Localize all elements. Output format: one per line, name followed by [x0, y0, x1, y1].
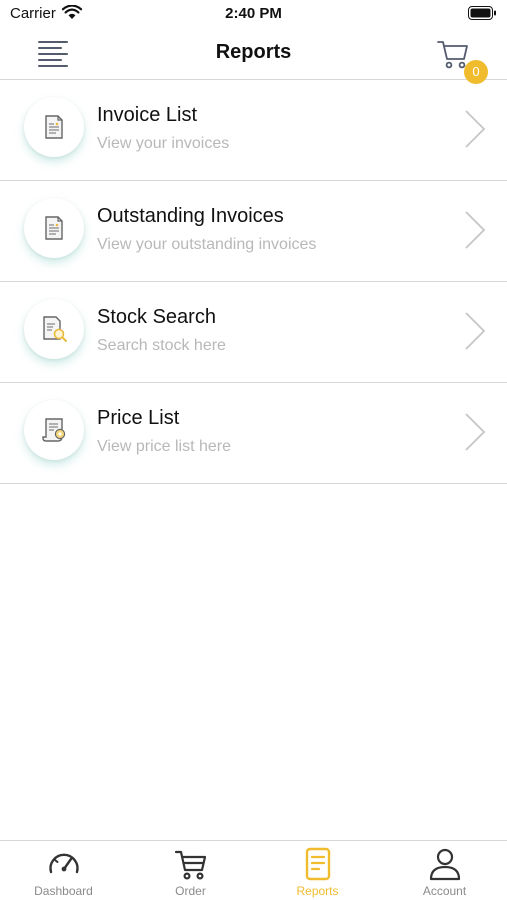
- report-icon-container: [24, 198, 84, 258]
- tab-label: Order: [175, 884, 206, 898]
- tab-order[interactable]: Order: [127, 841, 254, 900]
- report-item-invoice-list[interactable]: Invoice List View your invoices: [0, 80, 507, 181]
- tab-dashboard[interactable]: Dashboard: [0, 841, 127, 900]
- report-item-subtitle: View your outstanding invoices: [97, 236, 317, 253]
- report-item-title: Invoice List: [97, 104, 198, 126]
- user-icon: [429, 848, 461, 881]
- report-item-subtitle: View price list here: [97, 438, 231, 455]
- nav-bar: Reports 0: [0, 28, 507, 84]
- tab-label: Dashboard: [34, 884, 93, 898]
- report-item-subtitle: View your invoices: [97, 135, 230, 152]
- chevron-right-icon: [465, 211, 486, 249]
- page-title: Reports: [215, 41, 292, 63]
- tab-label: Account: [422, 884, 467, 898]
- report-item-subtitle: Search stock here: [97, 337, 226, 354]
- invoice-icon: [45, 216, 63, 240]
- chevron-right-icon: [465, 413, 486, 451]
- tab-bar: Dashboard Order Reports Account: [0, 840, 507, 900]
- tab-label: Reports: [296, 884, 339, 898]
- report-icon-container: [24, 299, 84, 359]
- tab-reports[interactable]: Reports: [254, 841, 381, 900]
- report-item-title: Outstanding Invoices: [97, 205, 284, 227]
- report-item-title: Stock Search: [97, 306, 216, 328]
- report-icon-container: [24, 400, 84, 460]
- tab-account[interactable]: Account: [381, 841, 507, 900]
- chevron-right-icon: [465, 312, 486, 350]
- report-item-title: Price List: [97, 407, 180, 429]
- report-icon-container: [24, 97, 84, 157]
- report-icon: [305, 847, 331, 881]
- report-item-stock-search[interactable]: Stock Search Search stock here: [0, 282, 507, 383]
- cart-icon: [174, 850, 207, 880]
- report-item-outstanding-invoices[interactable]: Outstanding Invoices View your outstandi…: [0, 181, 507, 282]
- report-item-price-list[interactable]: Price List View price list here: [0, 383, 507, 484]
- price-list-icon: [42, 418, 66, 442]
- stock-search-icon: [43, 316, 67, 342]
- status-bar: Carrier 2:40 PM: [0, 0, 507, 28]
- invoice-icon: [45, 115, 63, 139]
- clock: 2:40 PM: [225, 5, 282, 22]
- chevron-right-icon: [465, 110, 486, 148]
- battery-icon: [468, 6, 496, 20]
- speedometer-icon: [49, 853, 79, 874]
- report-list: Invoice List View your invoices Outstand…: [0, 80, 507, 484]
